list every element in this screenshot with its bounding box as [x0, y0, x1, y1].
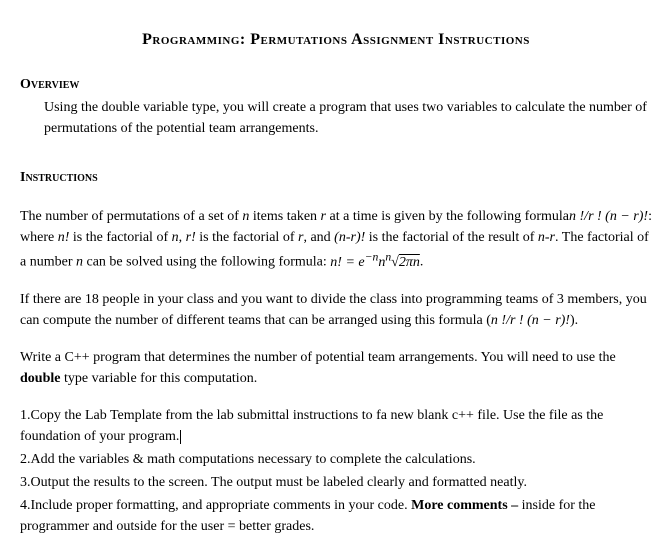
list-number: 4.: [20, 495, 31, 516]
list-item-4: 4. Include proper formatting, and approp…: [20, 495, 652, 537]
formula-stirling: n! = e−nnn√2πn: [330, 255, 420, 270]
formula: n !/r ! (n − r)!: [491, 313, 570, 328]
instructions-para-2: If there are 18 people in your class and…: [20, 289, 652, 331]
page-title: Programming: Permutations Assignment Ins…: [20, 28, 652, 52]
list-item-3: 3. Output the results to the screen. The…: [20, 472, 652, 493]
var-nr: n-r: [538, 230, 555, 245]
instructions-para-1: The number of permutations of a set of n…: [20, 206, 652, 273]
text: Output the results to the screen. The ou…: [31, 475, 527, 490]
text: The number of permutations of a set of: [20, 209, 242, 224]
var-n: n: [76, 255, 83, 270]
text: can be solved using the following formul…: [83, 255, 330, 270]
root-symbol: √: [391, 255, 399, 270]
instructions-list: 1. Copy the Lab Template from the lab su…: [20, 405, 652, 537]
overview-header: Overview: [20, 74, 652, 95]
formula: n !/r ! (n − r)!: [569, 209, 648, 224]
text: type variable for this computation.: [60, 371, 257, 386]
keyword-double: double: [20, 371, 60, 386]
text: Include proper formatting, and appropria…: [31, 498, 412, 513]
text: is the factorial of the result of: [365, 230, 538, 245]
list-number: 2.: [20, 449, 31, 470]
text: Write a C++ program that determines the …: [20, 350, 616, 365]
superscript: −n: [365, 250, 379, 263]
var-nf: n!: [58, 230, 70, 245]
text: n! = e: [330, 255, 364, 270]
radicand: 2πn: [399, 255, 420, 270]
var-rf: r!: [186, 230, 196, 245]
emphasis: More comments –: [411, 498, 518, 513]
text: is the factorial of: [196, 230, 298, 245]
text: .: [420, 255, 424, 270]
text: at a time is given by the following form…: [326, 209, 569, 224]
text: ).: [570, 313, 578, 328]
var-nrf: (n-r)!: [334, 230, 365, 245]
list-item-1: 1. Copy the Lab Template from the lab su…: [20, 405, 652, 447]
list-item-2: 2. Add the variables & math computations…: [20, 449, 652, 470]
instructions-para-3: Write a C++ program that determines the …: [20, 347, 652, 389]
var-n: n: [172, 230, 179, 245]
text: is the factorial of: [69, 230, 171, 245]
list-number: 3.: [20, 472, 31, 493]
list-number: 1.: [20, 405, 31, 426]
text: Add the variables & math computations ne…: [31, 452, 476, 467]
text: Copy the Lab Template from the lab submi…: [20, 408, 603, 444]
instructions-header: Instructions: [20, 167, 652, 188]
text: ,: [179, 230, 186, 245]
text: items taken: [249, 209, 320, 224]
overview-body: Using the double variable type, you will…: [44, 97, 652, 139]
text: , and: [303, 230, 334, 245]
